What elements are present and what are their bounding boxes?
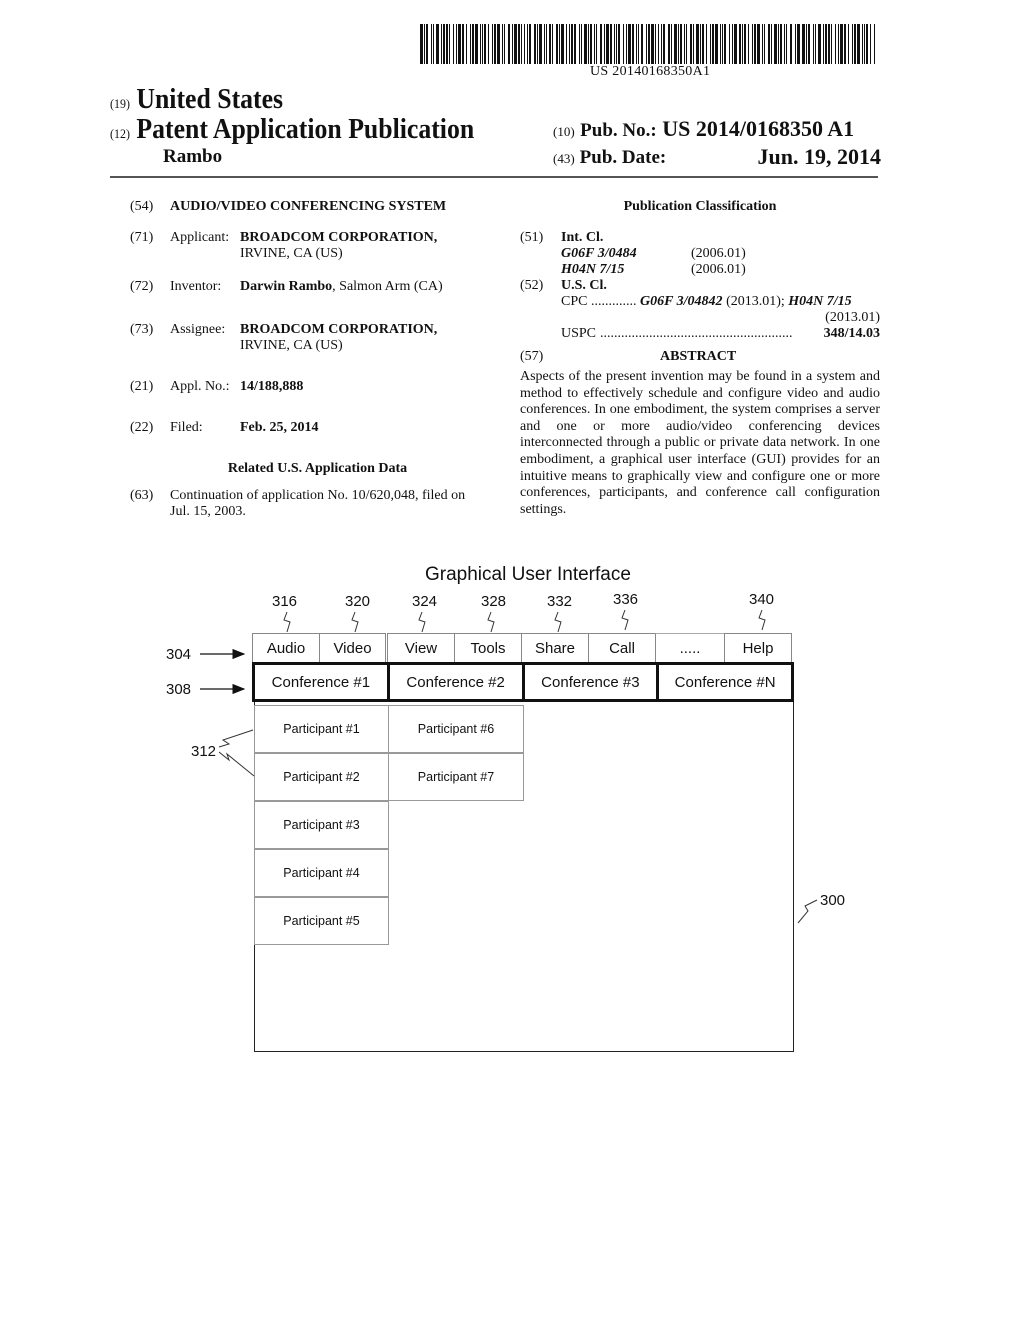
squiggle-view bbox=[418, 611, 426, 633]
squiggle-participants-1 bbox=[218, 729, 254, 748]
squiggle-window bbox=[797, 899, 818, 924]
squiggle-help bbox=[758, 609, 766, 631]
squiggle-share bbox=[554, 611, 562, 633]
squiggle-video bbox=[351, 611, 359, 633]
squiggle-participants-2 bbox=[218, 751, 255, 777]
figure-leader-lines bbox=[200, 609, 818, 924]
squiggle-audio bbox=[283, 611, 291, 633]
squiggle-tools bbox=[487, 611, 495, 633]
squiggle-call bbox=[621, 609, 629, 631]
